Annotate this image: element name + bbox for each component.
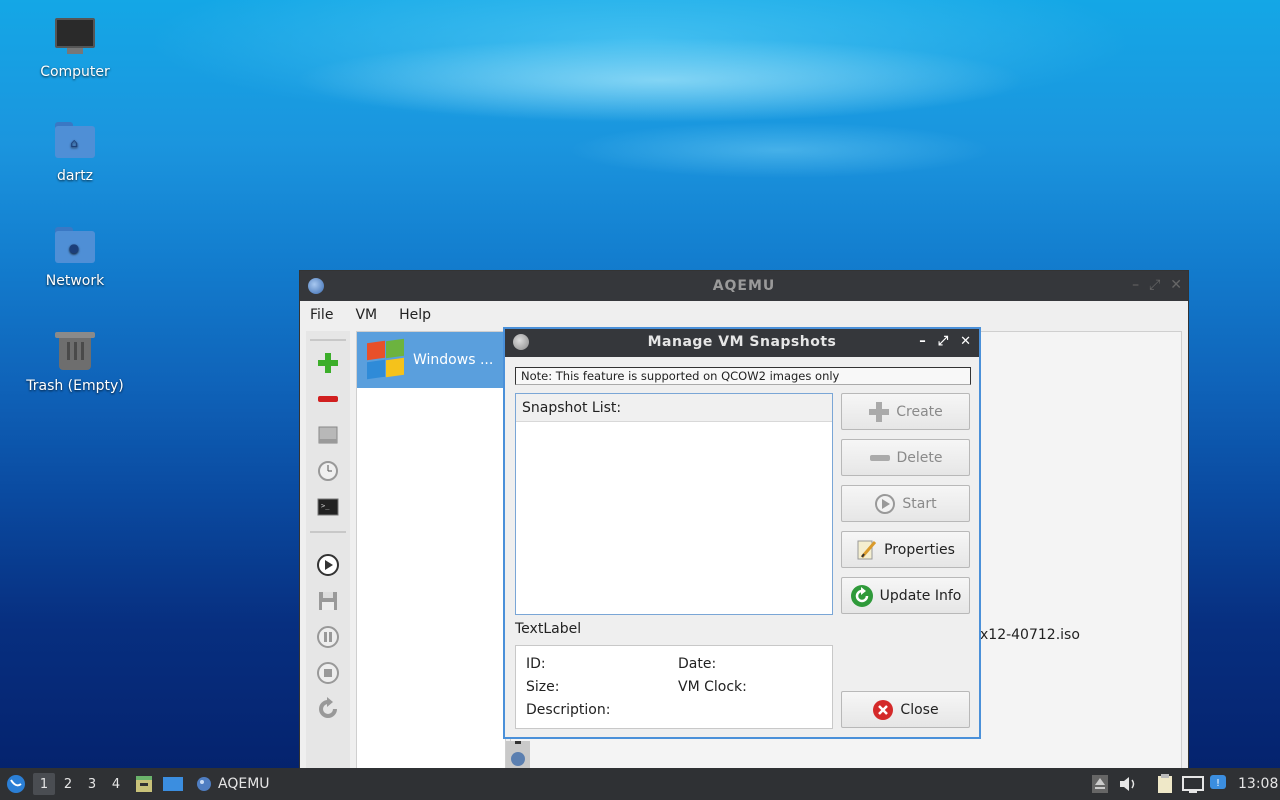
menubar: File VM Help — [300, 301, 1188, 329]
update-info-button-label: Update Info — [879, 587, 962, 604]
vm-clock-label: VM Clock: — [678, 679, 747, 695]
pause-icon[interactable] — [316, 625, 340, 649]
vm-toolbar: >_ — [306, 331, 350, 771]
svg-text:!: ! — [1216, 778, 1220, 789]
vm-name: Windows ... — [413, 352, 494, 368]
workspace-4[interactable]: 4 — [105, 773, 127, 795]
dialog-title: Manage VM Snapshots — [647, 334, 837, 350]
vm-list-item[interactable]: Windows ... — [357, 332, 505, 388]
reset-icon[interactable] — [316, 697, 340, 721]
properties-button-label: Properties — [884, 541, 955, 558]
properties-button[interactable]: Properties — [841, 531, 970, 568]
create-button-label: Create — [896, 403, 943, 420]
desktop-icon-label: dartz — [56, 168, 94, 184]
desktop-icon-network[interactable]: ● Network — [20, 227, 130, 289]
dialog-titlebar[interactable]: Manage VM Snapshots – ⤢ ✕ — [505, 329, 979, 357]
iso-filename: x12-40712.iso — [980, 627, 1080, 643]
desktop-icon-label: Trash (Empty) — [26, 378, 124, 394]
workspace-2[interactable]: 2 — [57, 773, 79, 795]
desktop-icon-computer[interactable]: Computer — [20, 18, 130, 80]
clipboard-icon[interactable] — [1156, 768, 1174, 800]
snapshot-list-header: Snapshot List: — [516, 394, 832, 422]
show-desktop-icon[interactable] — [162, 768, 184, 800]
desktop-icon-home[interactable]: ⌂ dartz — [20, 122, 130, 184]
stop-icon[interactable] — [316, 661, 340, 685]
terminal-icon[interactable]: >_ — [316, 495, 340, 519]
main-titlebar[interactable]: AQEMU – ⤢ ✕ — [300, 271, 1188, 301]
menu-file[interactable]: File — [310, 307, 333, 323]
minimize-icon[interactable]: – — [919, 334, 926, 349]
minus-icon — [869, 454, 890, 461]
close-circle-icon — [873, 699, 894, 720]
play-icon[interactable] — [316, 553, 340, 577]
qcow2-note: Note: This feature is supported on QCOW2… — [515, 367, 971, 385]
main-window-title: AQEMU — [712, 278, 776, 294]
taskbar: 1 2 3 4 AQEMU ! 13:08 — [0, 768, 1280, 800]
start-menu-button[interactable] — [6, 768, 26, 800]
workspace-3[interactable]: 3 — [81, 773, 103, 795]
snapshot-list[interactable]: Snapshot List: — [515, 393, 833, 615]
file-manager-icon[interactable] — [134, 768, 154, 800]
text-label: TextLabel — [515, 621, 582, 637]
id-label: ID: — [526, 656, 546, 672]
network-icon[interactable] — [506, 741, 530, 769]
menu-help[interactable]: Help — [399, 307, 431, 323]
save-icon[interactable] — [316, 589, 340, 613]
desktop-icon-label: Computer — [40, 64, 110, 80]
manage-snapshots-dialog: Manage VM Snapshots – ⤢ ✕ Note: This fea… — [503, 327, 981, 739]
update-notifier-icon[interactable]: ! — [1210, 768, 1226, 800]
close-button-label: Close — [900, 701, 939, 718]
minimize-icon[interactable]: – — [1132, 277, 1139, 293]
refresh-icon — [850, 584, 873, 607]
start-button-label: Start — [902, 495, 937, 512]
update-info-button[interactable]: Update Info — [841, 577, 970, 614]
start-button[interactable]: Start — [841, 485, 970, 522]
computer-icon — [53, 18, 97, 58]
close-icon[interactable]: ✕ — [960, 334, 971, 349]
create-button[interactable]: Create — [841, 393, 970, 430]
network-folder-icon: ● — [53, 227, 97, 267]
maximize-icon[interactable]: ⤢ — [938, 334, 948, 349]
windows-xp-icon — [363, 338, 405, 380]
add-vm-icon[interactable] — [316, 351, 340, 375]
size-label: Size: — [526, 679, 560, 695]
wallpaper — [0, 0, 1280, 260]
menu-vm[interactable]: VM — [355, 307, 377, 323]
clock[interactable]: 13:08 — [1238, 768, 1278, 800]
network-status-icon[interactable] — [1182, 768, 1204, 800]
eject-icon[interactable] — [1092, 768, 1108, 800]
trash-icon — [53, 332, 97, 372]
close-button[interactable]: Close — [841, 691, 970, 728]
pencil-icon — [857, 540, 877, 559]
close-icon[interactable]: ✕ — [1170, 277, 1182, 293]
clock-icon[interactable] — [316, 459, 340, 483]
description-label: Description: — [526, 702, 611, 718]
vm-list: Windows ... — [356, 331, 506, 771]
remove-vm-icon[interactable] — [316, 387, 340, 411]
hdd-icon[interactable] — [316, 423, 340, 447]
home-folder-icon: ⌂ — [53, 122, 97, 162]
svg-text:>_: >_ — [321, 502, 330, 510]
maximize-icon[interactable]: ⤢ — [1149, 277, 1160, 293]
workspace-1[interactable]: 1 — [33, 773, 55, 795]
taskbar-app-aqemu[interactable]: AQEMU — [196, 768, 270, 800]
delete-button[interactable]: Delete — [841, 439, 970, 476]
desktop-icon-trash[interactable]: Trash (Empty) — [20, 332, 130, 394]
desktop-icon-label: Network — [45, 273, 105, 289]
taskbar-app-label: AQEMU — [218, 776, 270, 792]
play-icon — [875, 493, 896, 514]
date-label: Date: — [678, 656, 717, 672]
lubuntu-logo-icon — [7, 775, 25, 793]
snapshot-info-box: ID: Size: Description: Date: VM Clock: — [515, 645, 833, 729]
delete-button-label: Delete — [896, 449, 943, 466]
aqemu-logo-icon — [197, 777, 211, 791]
volume-icon[interactable] — [1118, 768, 1138, 800]
plus-icon — [869, 401, 890, 422]
